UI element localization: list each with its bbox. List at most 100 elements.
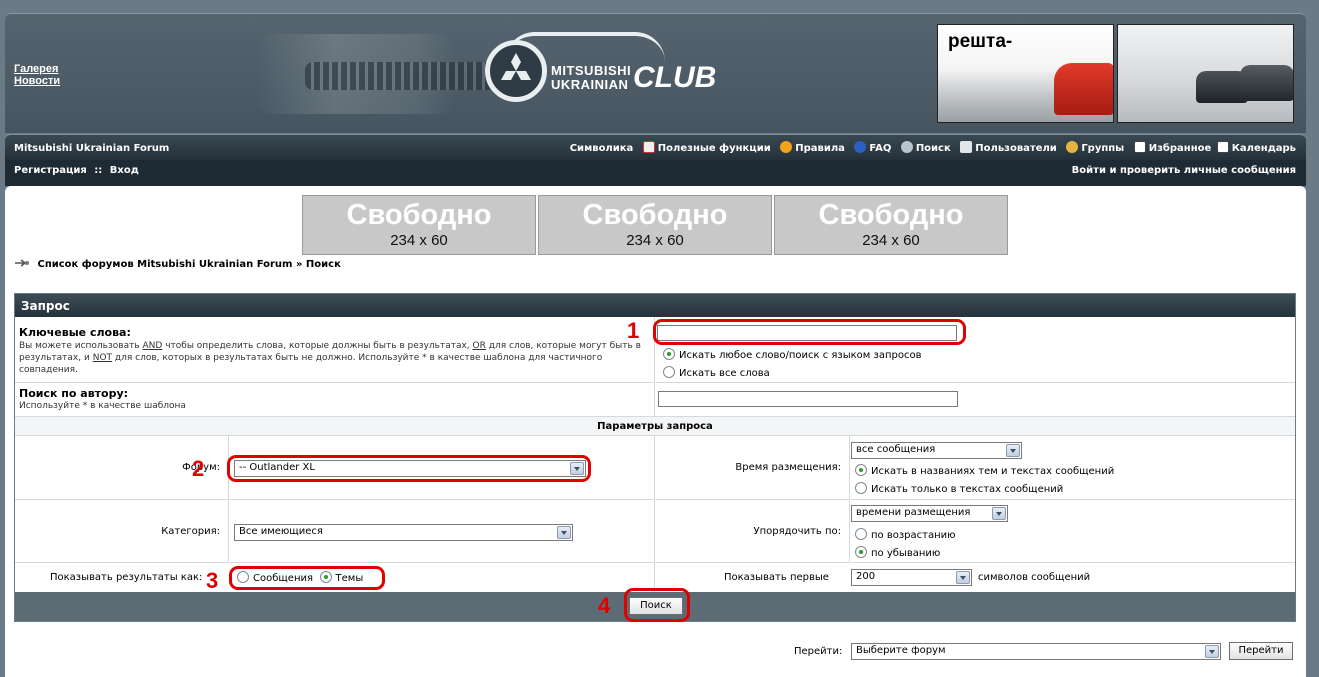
show-first-select[interactable]: 200 bbox=[851, 569, 972, 586]
nav-rules[interactable]: Правила bbox=[795, 143, 845, 154]
radio-button[interactable] bbox=[319, 571, 332, 583]
warning-icon bbox=[780, 141, 793, 153]
login-link[interactable]: Вход bbox=[110, 165, 139, 176]
keyword-operator-or: OR bbox=[472, 341, 486, 351]
time-option-1-label[interactable]: Искать в названиях тем и текстах сообщен… bbox=[871, 466, 1114, 477]
register-link[interactable]: Регистрация bbox=[14, 165, 87, 176]
news-link[interactable]: Новости bbox=[14, 75, 60, 87]
plus-icon bbox=[642, 141, 655, 153]
auth-separator: :: bbox=[94, 165, 103, 176]
logo-word-club: CLUB bbox=[633, 61, 717, 94]
jump-button[interactable]: Перейти bbox=[1229, 642, 1293, 660]
show-option-topics-label[interactable]: Темы bbox=[336, 573, 364, 584]
ad-slot-title: Свободно bbox=[346, 199, 492, 231]
sort-label: Упорядочить по: bbox=[753, 526, 841, 537]
show-first-cell: Показывать первые 200 символов сообщений bbox=[656, 563, 1295, 592]
chevron-down-icon[interactable] bbox=[557, 526, 571, 539]
ad-slot-size: 234 x 60 bbox=[862, 232, 920, 249]
gallery-link[interactable]: Галерея bbox=[14, 63, 58, 75]
header-banner-left[interactable]: решта- bbox=[937, 24, 1114, 123]
radio-button[interactable] bbox=[237, 571, 249, 583]
time-select[interactable]: все сообщения bbox=[851, 442, 1022, 459]
users-icon bbox=[960, 141, 973, 153]
sort-option-asc-label[interactable]: по возрастанию bbox=[871, 530, 956, 541]
calendar-icon bbox=[1216, 141, 1229, 153]
login-check-messages-link[interactable]: Войти и проверить личные сообщения bbox=[1072, 165, 1296, 176]
time-label: Время размещения: bbox=[735, 462, 841, 473]
keyword-operator-and: AND bbox=[142, 341, 163, 351]
keywords-hint: Вы можете использовать AND чтобы определ… bbox=[19, 340, 641, 376]
favorites-icon bbox=[1133, 141, 1146, 153]
show-option-posts-label[interactable]: Сообщения bbox=[253, 573, 313, 584]
radio-button[interactable] bbox=[663, 348, 675, 360]
nav-calendar[interactable]: Календарь bbox=[1232, 143, 1296, 154]
ad-slot[interactable]: Свободно 234 x 60 bbox=[774, 195, 1008, 255]
category-select-value: Все имеющиеся bbox=[239, 526, 323, 537]
groups-icon bbox=[1066, 141, 1079, 153]
chevron-down-icon[interactable] bbox=[1205, 645, 1219, 658]
time-option-2-label[interactable]: Искать только в текстах сообщений bbox=[871, 484, 1063, 495]
jump-forum-select[interactable]: Выберите форум bbox=[851, 643, 1221, 660]
kw-option-all[interactable]: Искать все слова bbox=[663, 366, 770, 379]
red-car-image bbox=[1054, 63, 1113, 115]
time-options-cell: все сообщения Искать в названиях тем и т… bbox=[851, 436, 1295, 500]
breadcrumb-arrow-icon bbox=[15, 259, 29, 267]
category-select[interactable]: Все имеющиеся bbox=[234, 524, 573, 541]
time-option-titles-and-text[interactable]: Искать в названиях тем и текстах сообщен… bbox=[855, 464, 1114, 477]
nav-useful-functions[interactable]: Полезные функции bbox=[658, 143, 771, 154]
kw-option-any-label[interactable]: Искать любое слово/поиск с языком запрос… bbox=[679, 350, 921, 361]
search-submit-button[interactable]: Поиск bbox=[629, 597, 683, 615]
nav-symbolics[interactable]: Символика bbox=[570, 143, 634, 154]
jump-forum-value: Выберите форум bbox=[856, 645, 946, 656]
chevron-down-icon[interactable] bbox=[992, 507, 1006, 520]
forum-title-link[interactable]: Mitsubishi Ukrainian Forum bbox=[14, 143, 169, 154]
nav-search[interactable]: Поиск bbox=[916, 143, 951, 154]
ad-slot-title: Свободно bbox=[582, 199, 728, 231]
ad-slot-title: Свободно bbox=[818, 199, 964, 231]
nav-groups[interactable]: Группы bbox=[1081, 143, 1124, 154]
navbar-top: Mitsubishi Ukrainian Forum Символика Пол… bbox=[5, 134, 1306, 160]
show-first-value: 200 bbox=[856, 571, 876, 582]
sort-option-desc[interactable]: по убыванию bbox=[855, 546, 940, 559]
forum-select-cell: -- Outlander XL bbox=[230, 436, 655, 500]
sort-option-asc[interactable]: по возрастанию bbox=[855, 528, 956, 541]
sort-select[interactable]: времени размещения bbox=[851, 505, 1008, 522]
navbar-bottom: Регистрация :: Вход Войти и проверить ли… bbox=[5, 160, 1306, 186]
radio-button[interactable] bbox=[855, 546, 867, 558]
radio-button[interactable] bbox=[855, 464, 867, 476]
show-as-label: Показывать результаты как: bbox=[50, 572, 203, 583]
search-icon bbox=[900, 141, 913, 153]
chars-label: символов сообщений bbox=[978, 572, 1091, 583]
chevron-down-icon[interactable] bbox=[1006, 444, 1020, 457]
header-banner-right[interactable] bbox=[1117, 24, 1294, 123]
show-as-options: Сообщения Темы bbox=[237, 571, 363, 584]
ad-slot[interactable]: Свободно 234 x 60 bbox=[538, 195, 772, 255]
auth-links: Регистрация :: Вход bbox=[14, 165, 139, 176]
category-label: Категория: bbox=[161, 526, 220, 537]
show-as-cell: Показывать результаты как: Сообщения Тем… bbox=[15, 563, 655, 592]
breadcrumb-forum-list-link[interactable]: Список форумов Mitsubishi Ukrainian Foru… bbox=[37, 259, 292, 270]
radio-button[interactable] bbox=[855, 482, 867, 494]
ad-slot[interactable]: Свободно 234 x 60 bbox=[302, 195, 536, 255]
keywords-input[interactable] bbox=[657, 325, 957, 341]
time-option-text-only[interactable]: Искать только в текстах сообщений bbox=[855, 482, 1063, 495]
radio-button[interactable] bbox=[663, 366, 675, 378]
kw-option-any[interactable]: Искать любое слово/поиск с языком запрос… bbox=[663, 348, 921, 361]
time-select-value: все сообщения bbox=[856, 444, 936, 455]
submit-bar: Поиск bbox=[15, 592, 1295, 621]
question-icon bbox=[854, 141, 867, 153]
radio-button[interactable] bbox=[855, 528, 867, 540]
forum-select[interactable]: -- Outlander XL bbox=[234, 460, 586, 477]
keywords-label: Ключевые слова: bbox=[19, 326, 131, 339]
chevron-down-icon[interactable] bbox=[956, 571, 970, 584]
nav-users[interactable]: Пользователи bbox=[975, 143, 1057, 154]
nav-favorites[interactable]: Избранное bbox=[1149, 143, 1212, 154]
keywords-label-cell: Ключевые слова: Вы можете использовать A… bbox=[15, 317, 655, 383]
author-input[interactable] bbox=[658, 391, 958, 407]
sort-option-desc-label[interactable]: по убыванию bbox=[871, 548, 940, 559]
club-logo[interactable]: MITSUBISHI UKRAINIAN CLUB bbox=[485, 20, 716, 120]
chevron-down-icon[interactable] bbox=[570, 462, 584, 475]
nav-faq[interactable]: FAQ bbox=[869, 143, 891, 154]
kw-option-all-label[interactable]: Искать все слова bbox=[679, 368, 770, 379]
nav-menu: Символика Полезные функции Правила FAQ П… bbox=[570, 141, 1296, 154]
